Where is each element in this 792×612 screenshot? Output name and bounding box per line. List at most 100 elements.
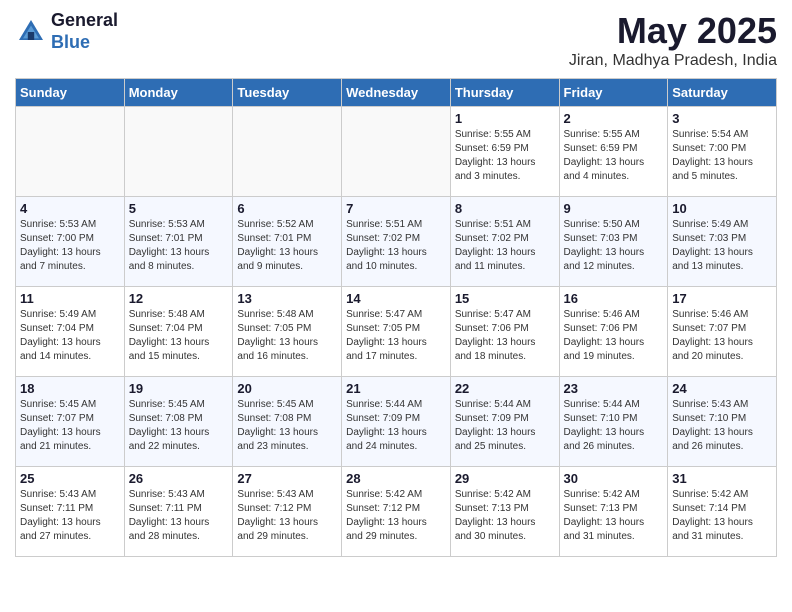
day-number: 8 [455,201,555,216]
day-number: 6 [237,201,337,216]
calendar-cell: 30 Sunrise: 5:42 AM Sunset: 7:13 PM Dayli… [559,467,668,557]
calendar-cell: 25Sunrise: 5:43 AM Sunset: 7:11 PM Dayli… [16,467,125,557]
day-info: Sunrise: 5:45 AM Sunset: 7:08 PM Dayligh… [129,398,229,454]
day-number: 5 [129,201,229,216]
day-info: Sunrise: 5:42 AM Sunset: 7:13 PM Dayligh… [564,488,664,544]
calendar-header-row: SundayMondayTuesdayWednesdayThursdayFrid… [16,79,777,107]
logo-line1: General [51,10,118,32]
day-info: Sunrise: 5:55 AM Sunset: 6:59 PM Dayligh… [564,128,664,184]
day-number: 10 [672,201,772,216]
day-info: Sunrise: 5:48 AM Sunset: 7:05 PM Dayligh… [237,308,337,364]
day-number: 14 [346,291,446,306]
calendar-cell: 17Sunrise: 5:46 AM Sunset: 7:07 PM Dayli… [668,287,777,377]
calendar-cell: 11Sunrise: 5:49 AM Sunset: 7:04 PM Dayli… [16,287,125,377]
day-info: Sunrise: 5:45 AM Sunset: 7:08 PM Dayligh… [237,398,337,454]
calendar-cell: 28Sunrise: 5:42 AM Sunset: 7:12 PM Dayli… [342,467,451,557]
day-number: 18 [20,381,120,396]
location: Jiran, Madhya Pradesh, India [569,52,777,70]
day-number: 30 [564,471,664,486]
calendar-cell: 9 Sunrise: 5:50 AM Sunset: 7:03 PM Daylig… [559,197,668,287]
day-info: Sunrise: 5:45 AM Sunset: 7:07 PM Dayligh… [20,398,120,454]
weekday-header: Wednesday [342,79,451,107]
calendar-cell [233,107,342,197]
day-info: Sunrise: 5:48 AM Sunset: 7:04 PM Dayligh… [129,308,229,364]
title-block: May 2025 Jiran, Madhya Pradesh, India [569,10,777,70]
day-number: 9 [564,201,664,216]
calendar-cell: 14 Sunrise: 5:47 AM Sunset: 7:05 PM Dayli… [342,287,451,377]
calendar-cell: 2 Sunrise: 5:55 AM Sunset: 6:59 PM Daylig… [559,107,668,197]
day-number: 31 [672,471,772,486]
day-info: Sunrise: 5:46 AM Sunset: 7:07 PM Dayligh… [672,308,772,364]
calendar-cell: 21 Sunrise: 5:44 AM Sunset: 7:09 PM Dayli… [342,377,451,467]
calendar-cell: 13 Sunrise: 5:48 AM Sunset: 7:05 PM Dayli… [233,287,342,377]
day-number: 23 [564,381,664,396]
day-number: 2 [564,111,664,126]
day-number: 21 [346,381,446,396]
calendar-cell: 15 Sunrise: 5:47 AM Sunset: 7:06 PM Dayli… [450,287,559,377]
day-info: Sunrise: 5:50 AM Sunset: 7:03 PM Dayligh… [564,218,664,274]
logo-line2: Blue [51,32,118,54]
day-number: 3 [672,111,772,126]
day-number: 11 [20,291,120,306]
calendar-week-row: 1 Sunrise: 5:55 AM Sunset: 6:59 PM Daylig… [16,107,777,197]
calendar-week-row: 4Sunrise: 5:53 AM Sunset: 7:00 PM Daylig… [16,197,777,287]
day-number: 29 [455,471,555,486]
day-number: 19 [129,381,229,396]
day-number: 26 [129,471,229,486]
day-info: Sunrise: 5:42 AM Sunset: 7:14 PM Dayligh… [672,488,772,544]
day-info: Sunrise: 5:53 AM Sunset: 7:01 PM Dayligh… [129,218,229,274]
calendar-cell: 20 Sunrise: 5:45 AM Sunset: 7:08 PM Dayli… [233,377,342,467]
day-number: 22 [455,381,555,396]
calendar-cell: 29Sunrise: 5:42 AM Sunset: 7:13 PM Dayli… [450,467,559,557]
day-number: 13 [237,291,337,306]
day-number: 4 [20,201,120,216]
weekday-header: Monday [124,79,233,107]
calendar-cell: 1 Sunrise: 5:55 AM Sunset: 6:59 PM Daylig… [450,107,559,197]
day-info: Sunrise: 5:47 AM Sunset: 7:05 PM Dayligh… [346,308,446,364]
calendar-week-row: 25 Sunrise: 5:43 AM Sunset: 7:11 PM Dayli… [16,467,777,557]
day-number: 1 [455,111,555,126]
calendar-cell: 19 Sunrise: 5:45 AM Sunset: 7:08 PM Dayli… [124,377,233,467]
day-number: 20 [237,381,337,396]
day-number: 12 [129,291,229,306]
calendar-cell: 3Sunrise: 5:54 AM Sunset: 7:00 PM Daylig… [668,107,777,197]
weekday-header: Sunday [16,79,125,107]
day-info: Sunrise: 5:43 AM Sunset: 7:10 PM Dayligh… [672,398,772,454]
calendar-cell: 26 Sunrise: 5:43 AM Sunset: 7:11 PM Dayli… [124,467,233,557]
day-info: Sunrise: 5:44 AM Sunset: 7:10 PM Dayligh… [564,398,664,454]
calendar-cell: 4Sunrise: 5:53 AM Sunset: 7:00 PM Daylig… [16,197,125,287]
day-info: Sunrise: 5:51 AM Sunset: 7:02 PM Dayligh… [346,218,446,274]
calendar-cell [16,107,125,197]
month-title: May 2025 [569,10,777,52]
calendar-cell: 24 Sunrise: 5:43 AM Sunset: 7:10 PM Dayli… [668,377,777,467]
weekday-header: Friday [559,79,668,107]
day-number: 27 [237,471,337,486]
calendar-cell: 8Sunrise: 5:51 AM Sunset: 7:02 PM Daylig… [450,197,559,287]
day-info: Sunrise: 5:46 AM Sunset: 7:06 PM Dayligh… [564,308,664,364]
weekday-header: Saturday [668,79,777,107]
calendar-table: SundayMondayTuesdayWednesdayThursdayFrid… [15,78,777,557]
calendar-week-row: 11Sunrise: 5:49 AM Sunset: 7:04 PM Dayli… [16,287,777,377]
weekday-header: Tuesday [233,79,342,107]
day-info: Sunrise: 5:42 AM Sunset: 7:12 PM Dayligh… [346,488,446,544]
day-info: Sunrise: 5:47 AM Sunset: 7:06 PM Dayligh… [455,308,555,364]
calendar-cell: 22Sunrise: 5:44 AM Sunset: 7:09 PM Dayli… [450,377,559,467]
calendar-cell: 6 Sunrise: 5:52 AM Sunset: 7:01 PM Daylig… [233,197,342,287]
day-info: Sunrise: 5:44 AM Sunset: 7:09 PM Dayligh… [346,398,446,454]
calendar-cell: 5 Sunrise: 5:53 AM Sunset: 7:01 PM Daylig… [124,197,233,287]
calendar-cell: 7Sunrise: 5:51 AM Sunset: 7:02 PM Daylig… [342,197,451,287]
day-number: 16 [564,291,664,306]
day-info: Sunrise: 5:55 AM Sunset: 6:59 PM Dayligh… [455,128,555,184]
day-info: Sunrise: 5:43 AM Sunset: 7:11 PM Dayligh… [129,488,229,544]
day-info: Sunrise: 5:52 AM Sunset: 7:01 PM Dayligh… [237,218,337,274]
day-number: 25 [20,471,120,486]
weekday-header: Thursday [450,79,559,107]
day-number: 15 [455,291,555,306]
day-number: 24 [672,381,772,396]
logo: General Blue [15,10,118,53]
calendar-week-row: 18 Sunrise: 5:45 AM Sunset: 7:07 PM Dayli… [16,377,777,467]
page-header: General Blue May 2025 Jiran, Madhya Prad… [15,10,777,70]
calendar-cell: 27Sunrise: 5:43 AM Sunset: 7:12 PM Dayli… [233,467,342,557]
calendar-cell: 31 Sunrise: 5:42 AM Sunset: 7:14 PM Dayli… [668,467,777,557]
calendar-cell: 10Sunrise: 5:49 AM Sunset: 7:03 PM Dayli… [668,197,777,287]
